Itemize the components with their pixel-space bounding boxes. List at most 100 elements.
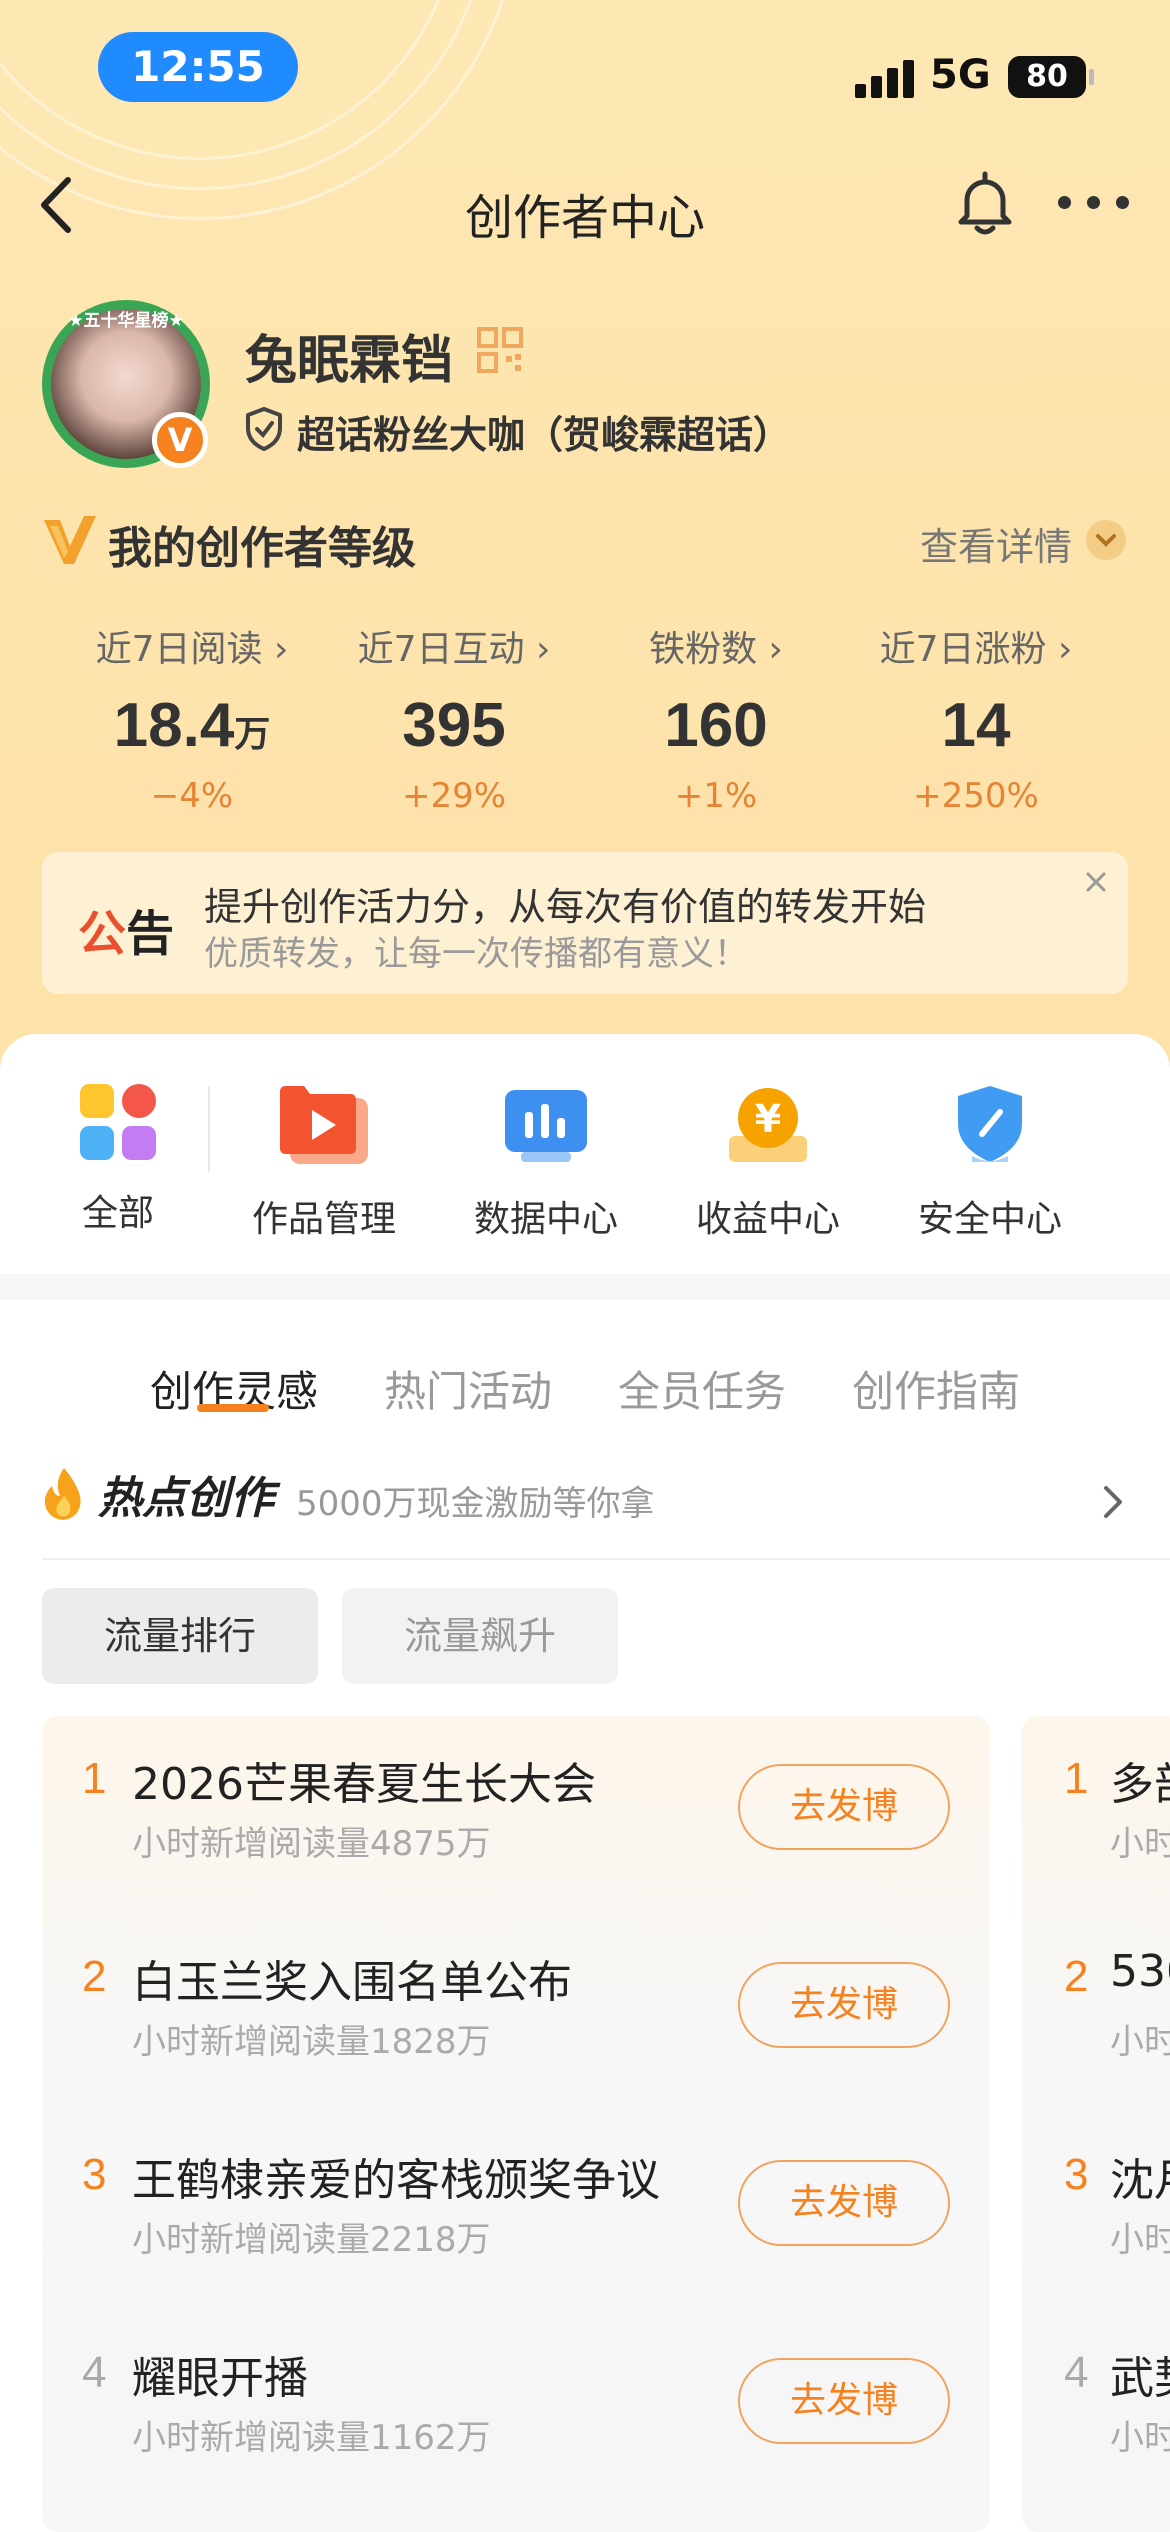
grid-item-works[interactable]: 作品管理 [224,1082,424,1242]
chevron-down-icon[interactable] [1086,520,1126,560]
list-item: 1 多部 小时 [1022,1716,1170,1876]
rank-number: 1 [1064,1754,1089,1803]
topic-title: 530 [1110,1946,1170,1997]
topic-reads: 小时 [1110,2418,1170,2458]
announcement-subtitle: 优质转发，让每一次传播都有意义！ [204,934,748,974]
active-tab-indicator [197,1404,269,1412]
svg-text:¥: ¥ [755,1097,781,1141]
stat-change: +29% [401,776,507,816]
grid-divider [208,1086,210,1172]
list-item: 4 武契 小时 [1022,2310,1170,2470]
post-button[interactable]: 去发博 [738,2160,950,2246]
post-button[interactable]: 去发博 [738,1962,950,2048]
list-item[interactable]: 2 白玉兰奖入围名单公布 小时新增阅读量1828万 去发博 [42,1914,990,2074]
list-item: 3 沈月 小时 [1022,2112,1170,2272]
topic-reads: 小时 [1110,2022,1170,2062]
topic-reads: 小时新增阅读量1162万 [132,2418,491,2458]
rank-number: 3 [1064,2150,1089,2199]
level-v-icon [44,516,96,564]
rank-number: 2 [82,1952,107,2001]
topic-title: 耀眼开播 [132,2353,308,2404]
filter-traffic-ranking[interactable]: 流量排行 [42,1588,318,1684]
grid-item-label: 作品管理 [251,1199,396,1240]
stat-value: 18.4万 [113,691,271,760]
rank-number: 2 [1064,1952,1089,2001]
topic-title: 2026芒果春夏生长大会 [132,1759,596,1810]
bell-icon[interactable] [955,170,1015,236]
hot-creation-title: 热点创作 [98,1473,274,1524]
grid-item-data[interactable]: 数据中心 [446,1082,646,1242]
topic-reads: 小时新增阅读量4875万 [132,1824,491,1864]
topic-title: 白玉兰奖入围名单公布 [132,1957,572,2008]
topic-reads: 小时新增阅读量2218万 [132,2220,491,2260]
grid-item-security[interactable]: 安全中心 [890,1082,1090,1242]
username[interactable]: 兔眠霖铛 [245,318,453,393]
list-item[interactable]: 1 2026芒果春夏生长大会 小时新增阅读量4875万 去发博 [42,1716,990,1876]
filter-traffic-rising[interactable]: 流量飙升 [342,1588,618,1684]
stat-iron-fans[interactable]: 铁粉数 › 160 +1% [586,620,846,816]
announcement-tag: 公告 [78,906,175,962]
list-item: 2 530 小时 [1022,1914,1170,2074]
stat-label: 铁粉数 › [649,629,783,670]
chart-monitor-icon [505,1090,587,1162]
topic-title: 武契 [1110,2353,1170,2404]
quick-entry-grid: 全部 作品管理 数据中心 ¥ 收益中心 安全中心 [0,1034,1170,1274]
apps-grid-icon [80,1084,156,1160]
tab-all-tasks[interactable]: 全员任务 [618,1358,786,1419]
grid-item-label: 收益中心 [695,1199,840,1240]
stat-value: 160 [664,691,768,760]
chevron-right-icon[interactable] [1098,1482,1128,1522]
grid-item-label: 全部 [81,1193,154,1234]
stat-label: 近7日阅读 › [95,629,289,670]
shield-pen-icon [958,1086,1022,1162]
tab-hot-events[interactable]: 热门活动 [384,1358,552,1419]
rank-number: 4 [82,2348,107,2397]
topic-title: 沈月 [1110,2155,1170,2206]
topic-reads: 小时 [1110,2220,1170,2260]
rank-number: 3 [82,2150,107,2199]
stat-label: 近7日涨粉 › [879,629,1073,670]
creator-level-title: 我的创作者等级 [108,523,416,574]
qr-code-icon[interactable] [476,326,524,374]
topic-title: 王鹤棣亲爱的客栈颁奖争议 [132,2155,660,2206]
stat-interactions[interactable]: 近7日互动 › 395 +29% [324,620,584,816]
rank-number: 1 [82,1754,107,1803]
verified-badge-icon: V [152,412,208,468]
topic-reads: 小时 [1110,1824,1170,1864]
more-icon[interactable] [1058,196,1130,212]
tab-creation-guide[interactable]: 创作指南 [852,1358,1020,1419]
flame-icon [44,1468,81,1520]
close-icon[interactable] [1078,864,1114,900]
status-time: 12:55 [98,32,298,102]
list-item[interactable]: 3 王鹤棣亲爱的客栈颁奖争议 小时新增阅读量2218万 去发博 [42,2112,990,2272]
yuan-coin-icon: ¥ [729,1088,807,1162]
grid-item-label: 数据中心 [473,1199,618,1240]
stat-value: 395 [402,691,506,760]
ranking-list: 1 2026芒果春夏生长大会 小时新增阅读量4875万 去发博 2 白玉兰奖入围… [42,1716,990,2532]
post-button[interactable]: 去发博 [738,1764,950,1850]
divider [42,1558,1170,1560]
stat-reads[interactable]: 近7日阅读 › 18.4万 −4% [62,620,322,816]
grid-item-label: 安全中心 [917,1199,1062,1240]
post-button[interactable]: 去发博 [738,2358,950,2444]
battery-icon: 80 [1008,56,1094,98]
video-play-icon [280,1086,368,1164]
network-type: 5G [930,52,991,98]
grid-item-all[interactable]: 全部 [18,1082,218,1236]
announcement-banner[interactable]: 公告 提升创作活力分，从每次有价值的转发开始 优质转发，让每一次传播都有意义！ [42,852,1128,994]
stat-change: −4% [150,776,234,816]
ranking-list-next[interactable]: 1 多部 小时 2 530 小时 3 沈月 小时 4 武契 小时 [1022,1716,1170,2532]
rank-number: 4 [1064,2348,1089,2397]
stat-change: +1% [674,776,758,816]
view-details-link[interactable]: 查看详情 [920,516,1072,571]
grid-item-revenue[interactable]: ¥ 收益中心 [668,1082,868,1242]
hot-creation-subtitle: 5000万现金激励等你拿 [296,1484,655,1524]
list-item[interactable]: 4 耀眼开播 小时新增阅读量1162万 去发博 [42,2310,990,2470]
stat-change: +250% [913,776,1039,816]
stat-value: 14 [941,691,1011,760]
signal-icon [855,58,915,98]
stat-new-fans[interactable]: 近7日涨粉 › 14 +250% [846,620,1106,816]
fan-badge[interactable]: 超话粉丝大咖（贺峻霖超话） [297,404,791,459]
topic-reads: 小时新增阅读量1828万 [132,2022,491,2062]
announcement-title: 提升创作活力分，从每次有价值的转发开始 [204,885,927,929]
